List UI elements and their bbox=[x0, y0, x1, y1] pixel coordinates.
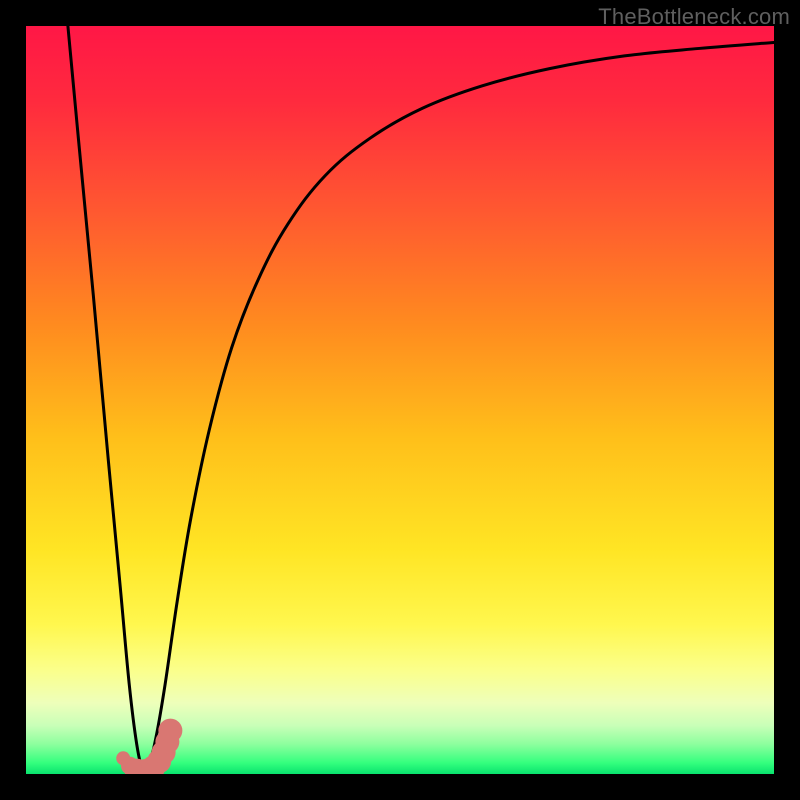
chart-frame: TheBottleneck.com bbox=[0, 0, 800, 800]
watermark-text: TheBottleneck.com bbox=[598, 4, 790, 30]
plot-area bbox=[26, 26, 774, 774]
chart-svg bbox=[26, 26, 774, 774]
marker-point bbox=[158, 719, 182, 743]
gradient-background bbox=[26, 26, 774, 774]
